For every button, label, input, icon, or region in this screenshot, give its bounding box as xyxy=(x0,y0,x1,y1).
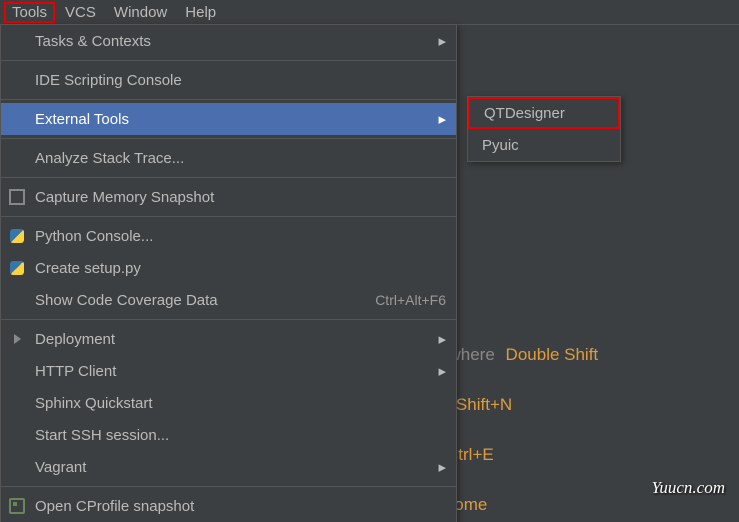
menu-item-sphinx[interactable]: Sphinx Quickstart xyxy=(1,387,456,419)
menu-item-open-cprofile[interactable]: Open CProfile snapshot xyxy=(1,490,456,522)
deploy-icon xyxy=(14,334,21,344)
tools-dropdown: Tasks & Contexts ▸ IDE Scripting Console… xyxy=(0,24,457,522)
menu-item-ide-scripting[interactable]: IDE Scripting Console xyxy=(1,64,456,96)
menu-item-start-ssh[interactable]: Start SSH session... xyxy=(1,419,456,451)
separator xyxy=(1,177,456,178)
menu-item-vagrant[interactable]: Vagrant ▸ xyxy=(1,451,456,483)
submenu-arrow-icon: ▸ xyxy=(432,458,446,476)
separator xyxy=(1,138,456,139)
external-tools-submenu: QTDesigner Pyuic xyxy=(467,96,621,162)
menu-item-http-client[interactable]: HTTP Client ▸ xyxy=(1,355,456,387)
separator xyxy=(1,99,456,100)
submenu-arrow-icon: ▸ xyxy=(432,330,446,348)
menu-item-python-console[interactable]: Python Console... xyxy=(1,220,456,252)
separator xyxy=(1,60,456,61)
watermark: Yuucn.com xyxy=(651,478,725,498)
submenu-arrow-icon: ▸ xyxy=(432,362,446,380)
menu-item-external-tools[interactable]: External Tools ▸ xyxy=(1,103,456,135)
python-icon xyxy=(10,261,24,275)
menu-item-show-coverage[interactable]: Show Code Coverage Data Ctrl+Alt+F6 xyxy=(1,284,456,316)
menu-tools[interactable]: Tools xyxy=(4,2,55,23)
separator xyxy=(1,319,456,320)
menu-window[interactable]: Window xyxy=(106,3,175,22)
submenu-item-qtdesigner[interactable]: QTDesigner xyxy=(468,97,620,129)
menu-help[interactable]: Help xyxy=(177,3,224,22)
menu-item-deployment[interactable]: Deployment ▸ xyxy=(1,323,456,355)
snapshot-icon xyxy=(9,189,25,205)
python-icon xyxy=(10,229,24,243)
menu-vcs[interactable]: VCS xyxy=(57,3,104,22)
menubar: Tools VCS Window Help xyxy=(0,0,739,25)
submenu-item-pyuic[interactable]: Pyuic xyxy=(468,129,620,161)
shortcut-label: Ctrl+Alt+F6 xyxy=(375,292,446,308)
separator xyxy=(1,486,456,487)
submenu-arrow-icon: ▸ xyxy=(432,32,446,50)
profile-icon xyxy=(9,498,25,514)
menu-item-analyze-stack[interactable]: Analyze Stack Trace... xyxy=(1,142,456,174)
menu-item-tasks-contexts[interactable]: Tasks & Contexts ▸ xyxy=(1,25,456,57)
separator xyxy=(1,216,456,217)
submenu-arrow-icon: ▸ xyxy=(432,110,446,128)
menu-item-create-setup[interactable]: Create setup.py xyxy=(1,252,456,284)
hint-search-everywhere-shortcut: Double Shift xyxy=(506,345,599,364)
menu-item-capture-snapshot[interactable]: Capture Memory Snapshot xyxy=(1,181,456,213)
